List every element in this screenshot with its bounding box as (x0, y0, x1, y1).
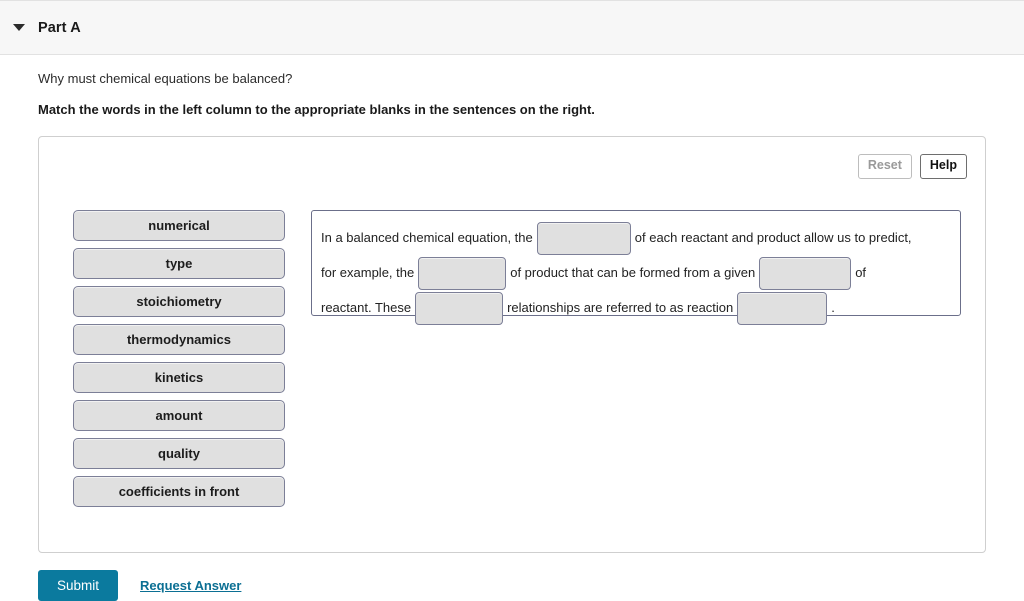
drop-blank-3[interactable] (759, 257, 852, 291)
sentence-flow: In a balanced chemical equation, the of e… (321, 220, 950, 326)
help-button[interactable]: Help (919, 154, 967, 179)
word-chip[interactable]: amount (73, 400, 285, 431)
caret-down-icon (13, 24, 25, 31)
card-body: numerical type stoichiometry thermodynam… (39, 137, 985, 507)
reset-button[interactable]: Reset (857, 154, 912, 179)
submit-button[interactable]: Submit (38, 570, 119, 601)
sentence-text: of product that can be formed from a giv… (510, 265, 756, 281)
word-chip[interactable]: kinetics (73, 362, 285, 393)
question-area: Why must chemical equations be balanced?… (0, 71, 1024, 117)
drop-blank-4[interactable] (415, 292, 504, 326)
sentence-text: for example, the (321, 265, 415, 281)
drop-blank-5[interactable] (737, 292, 828, 326)
sentence-text: of each reactant and product allow us to… (634, 230, 912, 245)
word-chip[interactable]: numerical (73, 210, 285, 241)
sentence-text: relationships are referred to as reactio… (507, 300, 734, 316)
sentence-text: of (855, 265, 867, 281)
word-chip[interactable]: thermodynamics (73, 324, 285, 355)
drop-blank-1[interactable] (536, 222, 631, 256)
sentence-text: . (831, 300, 835, 316)
action-footer: Submit Request Answer (38, 570, 986, 601)
part-header: Part A (0, 0, 1024, 55)
word-chip[interactable]: quality (73, 438, 285, 469)
question-prompt: Why must chemical equations be balanced? (38, 71, 293, 86)
sentence-text: In a balanced chemical equation, the (321, 230, 533, 245)
word-chip[interactable]: type (73, 248, 285, 279)
word-chip[interactable]: stoichiometry (73, 286, 285, 317)
word-chip[interactable]: coefficients in front (73, 476, 285, 507)
sentence-text: reactant. These (321, 300, 412, 316)
drop-blank-2[interactable] (418, 257, 507, 291)
word-bank: numerical type stoichiometry thermodynam… (73, 210, 285, 507)
request-answer-link[interactable]: Request Answer (140, 578, 241, 593)
question-instruction: Match the words in the left column to th… (38, 102, 595, 117)
card-toolbar: Reset Help (857, 154, 967, 179)
collapse-toggle-button[interactable] (0, 24, 38, 31)
sentence-panel: In a balanced chemical equation, the of e… (311, 210, 961, 326)
part-title: Part A (38, 19, 81, 36)
matching-activity-card: Reset Help numerical type stoichiometry … (38, 136, 986, 553)
